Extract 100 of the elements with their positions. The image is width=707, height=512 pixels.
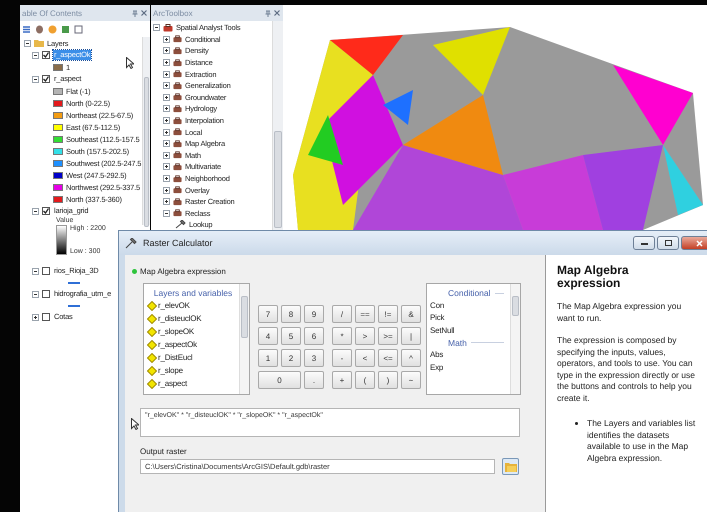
keypad-key[interactable]: 8 <box>281 305 301 323</box>
layer-item[interactable]: r_aspect <box>158 379 188 388</box>
gradient-ramp <box>56 225 67 255</box>
help-text: The Map Algebra expression you want to run. <box>557 301 682 324</box>
expander-icon[interactable] <box>163 47 170 54</box>
expander-icon[interactable] <box>163 70 170 78</box>
toolbox-icon <box>173 128 182 136</box>
function-item[interactable]: Exp <box>430 362 444 372</box>
operator-key[interactable]: > <box>355 327 375 345</box>
keypad-key[interactable]: 1 <box>258 349 278 367</box>
operator-key[interactable]: * <box>332 327 352 345</box>
expander-icon[interactable] <box>32 52 39 58</box>
layer-item[interactable]: r_elevOK <box>158 301 190 310</box>
expander-icon[interactable] <box>163 140 170 148</box>
list-header: Layers and variables <box>152 287 234 299</box>
hammer-icon <box>125 238 137 248</box>
layer-item[interactable]: r_DistEucl <box>158 353 192 362</box>
operator-key[interactable]: | <box>401 327 421 345</box>
expander-icon[interactable] <box>163 36 170 43</box>
operator-key[interactable]: ( <box>355 371 375 389</box>
expander-icon[interactable] <box>32 268 39 274</box>
keypad-key[interactable]: 3 <box>304 349 324 367</box>
keypad-key[interactable]: 6 <box>304 327 324 345</box>
options-icon[interactable] <box>74 24 83 34</box>
scrollbar[interactable] <box>142 37 150 225</box>
toolbox-icon <box>173 209 182 218</box>
keypad-key[interactable]: 5 <box>281 327 301 345</box>
field-label: Output raster <box>140 447 188 456</box>
expander-icon[interactable] <box>163 210 170 217</box>
expander-icon[interactable] <box>163 175 170 182</box>
close-icon[interactable] <box>141 10 147 16</box>
function-item[interactable]: Abs <box>430 350 444 360</box>
minimize-button[interactable] <box>633 236 655 250</box>
layer-item[interactable]: r_aspectOk <box>158 340 197 349</box>
layer-item[interactable]: r_slope <box>158 366 183 375</box>
operator-key[interactable]: != <box>378 305 398 323</box>
expander-icon[interactable] <box>163 105 170 112</box>
expander-icon[interactable] <box>32 208 39 214</box>
layer-checkbox[interactable] <box>42 267 50 275</box>
help-text: The expression is composed by specifying the inputs, values, operators, and tools to use. You can type in the expression directly or use the buttons and controls to help you create it. <box>557 335 696 404</box>
layer-checkbox[interactable] <box>42 51 50 59</box>
keypad-key[interactable]: 0 <box>258 371 301 389</box>
operator-key[interactable]: & <box>401 305 421 323</box>
maximize-button[interactable] <box>657 236 679 250</box>
toolbox-icon <box>173 186 182 194</box>
layer-checkbox[interactable] <box>42 290 50 298</box>
expander-icon[interactable] <box>153 24 160 32</box>
pin-icon[interactable] <box>132 10 138 16</box>
expander-icon[interactable] <box>163 82 170 90</box>
operator-key[interactable]: <= <box>378 349 398 367</box>
expander-icon[interactable] <box>163 163 170 170</box>
expander-icon[interactable] <box>32 76 39 82</box>
operator-key[interactable]: < <box>355 349 375 367</box>
function-item[interactable]: Con <box>430 300 444 310</box>
expander-icon[interactable] <box>163 94 170 101</box>
layer-checkbox[interactable] <box>42 207 50 215</box>
scrollbar[interactable] <box>272 21 283 230</box>
expander-icon[interactable] <box>163 117 170 124</box>
scrollbar[interactable] <box>510 284 520 394</box>
expander-icon[interactable] <box>32 290 39 298</box>
close-button[interactable] <box>681 236 707 250</box>
expander-icon[interactable] <box>163 59 170 66</box>
close-icon[interactable] <box>274 10 280 16</box>
pin-icon[interactable] <box>265 10 271 16</box>
expander-icon[interactable] <box>163 128 170 136</box>
operator-key[interactable]: ~ <box>401 371 421 389</box>
layer-checkbox[interactable] <box>42 75 50 83</box>
operator-key[interactable]: >= <box>378 327 398 345</box>
operator-key[interactable]: - <box>332 349 352 367</box>
keypad-key[interactable]: 2 <box>281 349 301 367</box>
functions-list[interactable]: Conditional Con Pick SetNull Math Abs Exp <box>426 283 521 395</box>
window-title: Raster Calculator <box>143 238 213 248</box>
layers-list[interactable]: Layers and variables r_elevOK r_disteuclOK r_slopeOK r_aspectOk r_DistEucl r_slope r_aspect <box>143 283 250 395</box>
operator-key[interactable]: ^ <box>401 349 421 367</box>
operator-key[interactable]: / <box>332 305 352 323</box>
keypad-key[interactable]: 9 <box>304 305 324 323</box>
operator-key[interactable]: + <box>332 371 352 389</box>
keypad-key[interactable]: 4 <box>258 327 278 345</box>
function-item[interactable]: SetNull <box>430 326 454 335</box>
function-item[interactable]: Pick <box>430 313 444 322</box>
toolbox-icon <box>173 82 182 90</box>
expander-icon[interactable] <box>163 198 170 206</box>
toolbox-icon <box>173 140 182 148</box>
keypad-key[interactable]: 7 <box>258 305 278 323</box>
layer-item[interactable]: r_slopeOK <box>158 327 194 336</box>
scrollbar[interactable] <box>239 284 249 394</box>
line-symbol-icon <box>68 282 80 284</box>
operator-key[interactable]: == <box>355 305 375 323</box>
keypad-key[interactable]: . <box>304 371 324 389</box>
minimize-icon <box>640 242 648 244</box>
operator-key[interactable]: ) <box>378 371 398 389</box>
layer-item[interactable]: r_disteuclOK <box>158 314 202 323</box>
list-icon[interactable] <box>22 24 31 34</box>
layer-checkbox[interactable] <box>42 313 50 321</box>
expander-icon[interactable] <box>163 186 170 194</box>
expander-icon[interactable] <box>24 40 31 46</box>
expander-icon[interactable] <box>32 314 39 320</box>
expander-icon[interactable] <box>163 152 170 159</box>
panel-title: able Of Contents <box>22 8 82 18</box>
bullet-icon <box>575 422 578 425</box>
